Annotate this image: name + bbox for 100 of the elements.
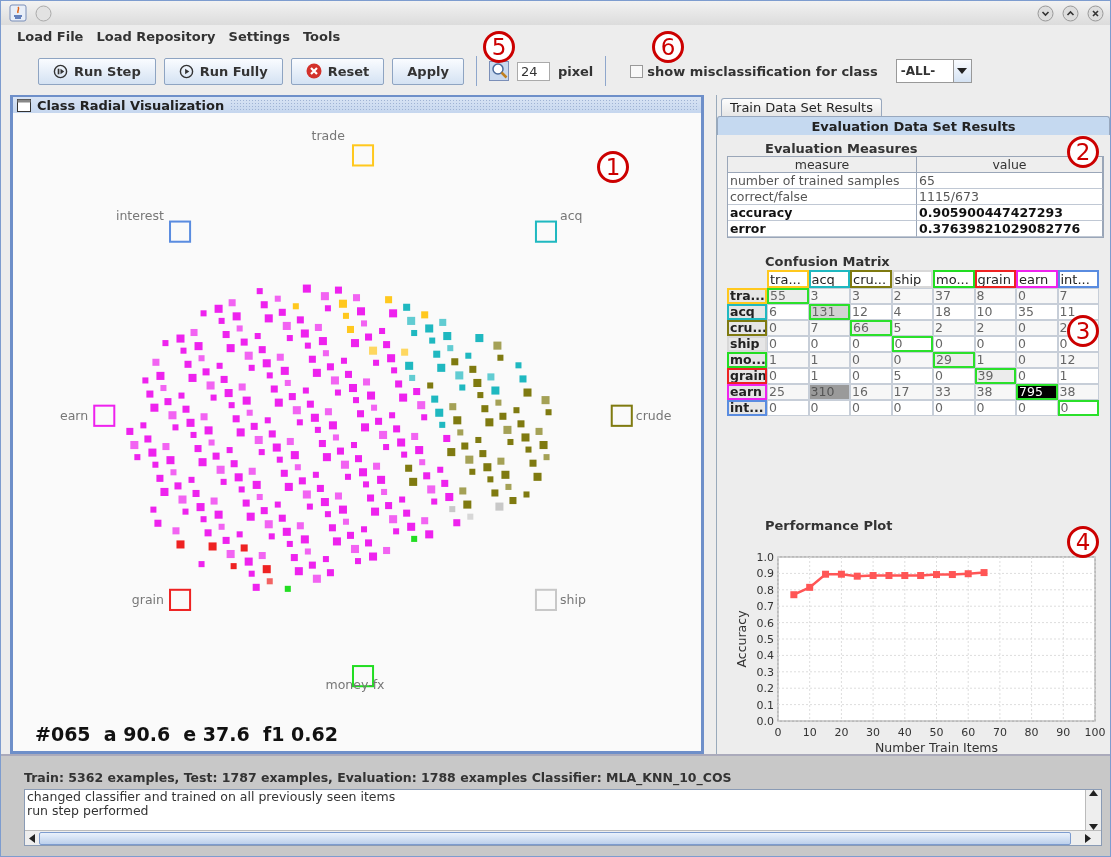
table-cell: 0 — [1016, 288, 1058, 304]
column-header: mo... — [933, 270, 975, 288]
log-line: run step performed — [27, 804, 150, 818]
column-header: tra... — [767, 270, 809, 288]
table-cell: 38 — [1057, 384, 1099, 400]
class-label: acq — [560, 207, 583, 223]
column-header: grain — [974, 270, 1016, 288]
section-title: Confusion Matrix — [765, 254, 890, 269]
play-icon — [178, 63, 194, 79]
table-cell: 0 — [767, 336, 809, 352]
x-tick-label: 10 — [802, 726, 817, 739]
table-cell: 3 — [808, 288, 850, 304]
data-point — [980, 569, 988, 577]
scroll-up-icon[interactable] — [1089, 790, 1098, 796]
column-header: acq — [808, 270, 850, 288]
chart-title: Performance Plot — [765, 518, 893, 533]
class-label: interest — [115, 207, 164, 223]
toolbar-button[interactable]: Run Step — [38, 57, 156, 85]
data-point — [790, 591, 798, 599]
column-header: int... — [1057, 270, 1099, 288]
y-tick-label: 0.6 — [756, 616, 774, 630]
table-cell: 17 — [891, 384, 933, 400]
y-axis-title: Accuracy — [734, 610, 749, 668]
y-tick-label: 0.7 — [756, 600, 774, 614]
table-cell: 0 — [850, 400, 892, 416]
menu-item[interactable]: Load File — [17, 28, 84, 44]
y-tick-label: 0.8 — [756, 583, 774, 597]
table-cell: 11 — [1057, 304, 1099, 320]
table-cell: accuracy — [728, 205, 917, 221]
table-cell: 0 — [850, 368, 892, 384]
callout-number: 5 — [483, 31, 515, 63]
x-axis-title: Number Train Items — [874, 740, 999, 755]
table-cell: 0 — [767, 400, 809, 416]
table-cell: number of trained samples — [728, 173, 917, 189]
class-label: money-fx — [325, 677, 385, 693]
table-cell: 310 — [808, 384, 850, 400]
table-cell: 16 — [850, 384, 892, 400]
y-tick-label: 0.5 — [756, 633, 774, 646]
x-tick-label: 40 — [897, 726, 912, 739]
table-cell: 1 — [808, 352, 850, 368]
class-label: earn — [59, 407, 89, 423]
table-cell: 6 — [767, 304, 809, 320]
toolbar-button[interactable]: Run Fully — [163, 57, 283, 85]
row-header: cru... — [727, 320, 767, 336]
table-cell: 1 — [1057, 368, 1099, 384]
table-cell: 0 — [891, 352, 933, 368]
toolbar-button[interactable]: Reset — [290, 57, 385, 85]
unit-label: pixel — [557, 63, 594, 79]
class-label: ship — [560, 592, 586, 608]
class-dropdown[interactable]: -ALL- — [895, 59, 972, 83]
table-cell: 131 — [808, 304, 850, 320]
table-cell: 38 — [974, 384, 1016, 400]
data-point — [822, 570, 830, 578]
checkbox[interactable] — [630, 64, 644, 78]
table-cell: 0 — [1016, 368, 1058, 384]
menu-item[interactable]: Tools — [302, 28, 341, 44]
data-point — [806, 583, 814, 591]
x-tick-label: 60 — [961, 726, 976, 739]
table-cell: 3 — [850, 288, 892, 304]
row-header: mo... — [727, 352, 767, 368]
row-header: int... — [727, 400, 767, 416]
table-cell: 0 — [933, 368, 975, 384]
table-cell: 0 — [767, 368, 809, 384]
pixel-size-field[interactable]: 24 — [516, 61, 550, 81]
table-cell: 0 — [1016, 400, 1058, 416]
table-cell: 8 — [974, 288, 1016, 304]
table-cell: 0 — [850, 336, 892, 352]
menu-item[interactable]: Settings — [228, 28, 290, 44]
data-point — [869, 572, 877, 580]
table-cell: 0 — [808, 400, 850, 416]
table-cell: 2 — [933, 320, 975, 336]
close-button[interactable] — [1087, 4, 1104, 22]
menu-item[interactable]: Load Repository — [96, 28, 216, 44]
x-tick-label: 30 — [866, 726, 881, 739]
y-tick-label: 0.9 — [756, 567, 774, 581]
tab[interactable]: Train Data Set Results — [721, 98, 882, 116]
table-cell: 0.37639821029082776 — [917, 221, 1103, 237]
row-header: acq — [727, 304, 767, 320]
close-icon — [305, 63, 322, 79]
data-point — [901, 572, 909, 580]
scrollbar-thumb[interactable] — [39, 831, 1071, 845]
column-header: measure — [728, 157, 917, 173]
table-cell: 2 — [891, 288, 933, 304]
zoom-icon[interactable] — [488, 61, 509, 81]
java-app-icon — [9, 4, 27, 22]
table-cell: 65 — [917, 173, 1103, 189]
table-cell: 0 — [974, 336, 1016, 352]
column-header: ship — [891, 270, 933, 288]
toolbar-button[interactable]: Apply — [392, 57, 464, 85]
table-cell: 33 — [933, 384, 975, 400]
column-header: cru... — [850, 270, 892, 288]
tab[interactable]: Evaluation Data Set Results — [717, 116, 1110, 135]
y-tick-label: 1.0 — [756, 551, 774, 564]
data-point — [933, 571, 940, 579]
column-header: earn — [1016, 270, 1058, 288]
table-cell: 0 — [891, 336, 933, 352]
maximize-button[interactable] — [1062, 4, 1079, 22]
x-tick-label: 80 — [1024, 726, 1039, 739]
row-header: ship — [727, 336, 767, 352]
table-cell: 25 — [767, 384, 809, 400]
